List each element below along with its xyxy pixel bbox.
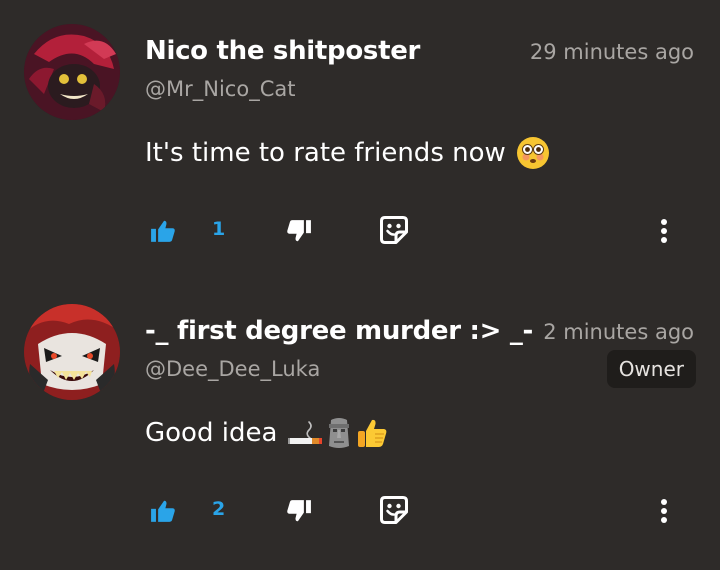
comment-item: Nico the shitposter @Mr_Nico_Cat 29 minu…	[0, 0, 720, 270]
reply-sticker-icon	[380, 496, 408, 524]
dislike-button[interactable]	[282, 214, 316, 248]
comment-actions: 1	[0, 0, 720, 270]
thumbs-up-icon	[151, 500, 175, 522]
dislike-button[interactable]	[282, 494, 316, 528]
reply-sticker-icon	[380, 216, 408, 244]
reply-button[interactable]	[376, 492, 412, 528]
like-count: 1	[212, 218, 226, 240]
reply-button[interactable]	[376, 212, 412, 248]
comment-item: -_ first degree murder :> _- @Dee_Dee_Lu…	[0, 280, 720, 550]
like-button[interactable]	[146, 214, 180, 248]
like-button[interactable]	[146, 494, 180, 528]
more-options-button[interactable]	[648, 212, 680, 250]
kebab-menu-icon	[661, 219, 667, 243]
kebab-menu-icon	[661, 499, 667, 523]
more-options-button[interactable]	[648, 492, 680, 530]
thumbs-down-icon	[287, 220, 311, 242]
like-count: 2	[212, 498, 226, 520]
thumbs-up-icon	[151, 220, 175, 242]
thumbs-down-icon	[287, 500, 311, 522]
comment-actions: 2	[0, 280, 720, 550]
